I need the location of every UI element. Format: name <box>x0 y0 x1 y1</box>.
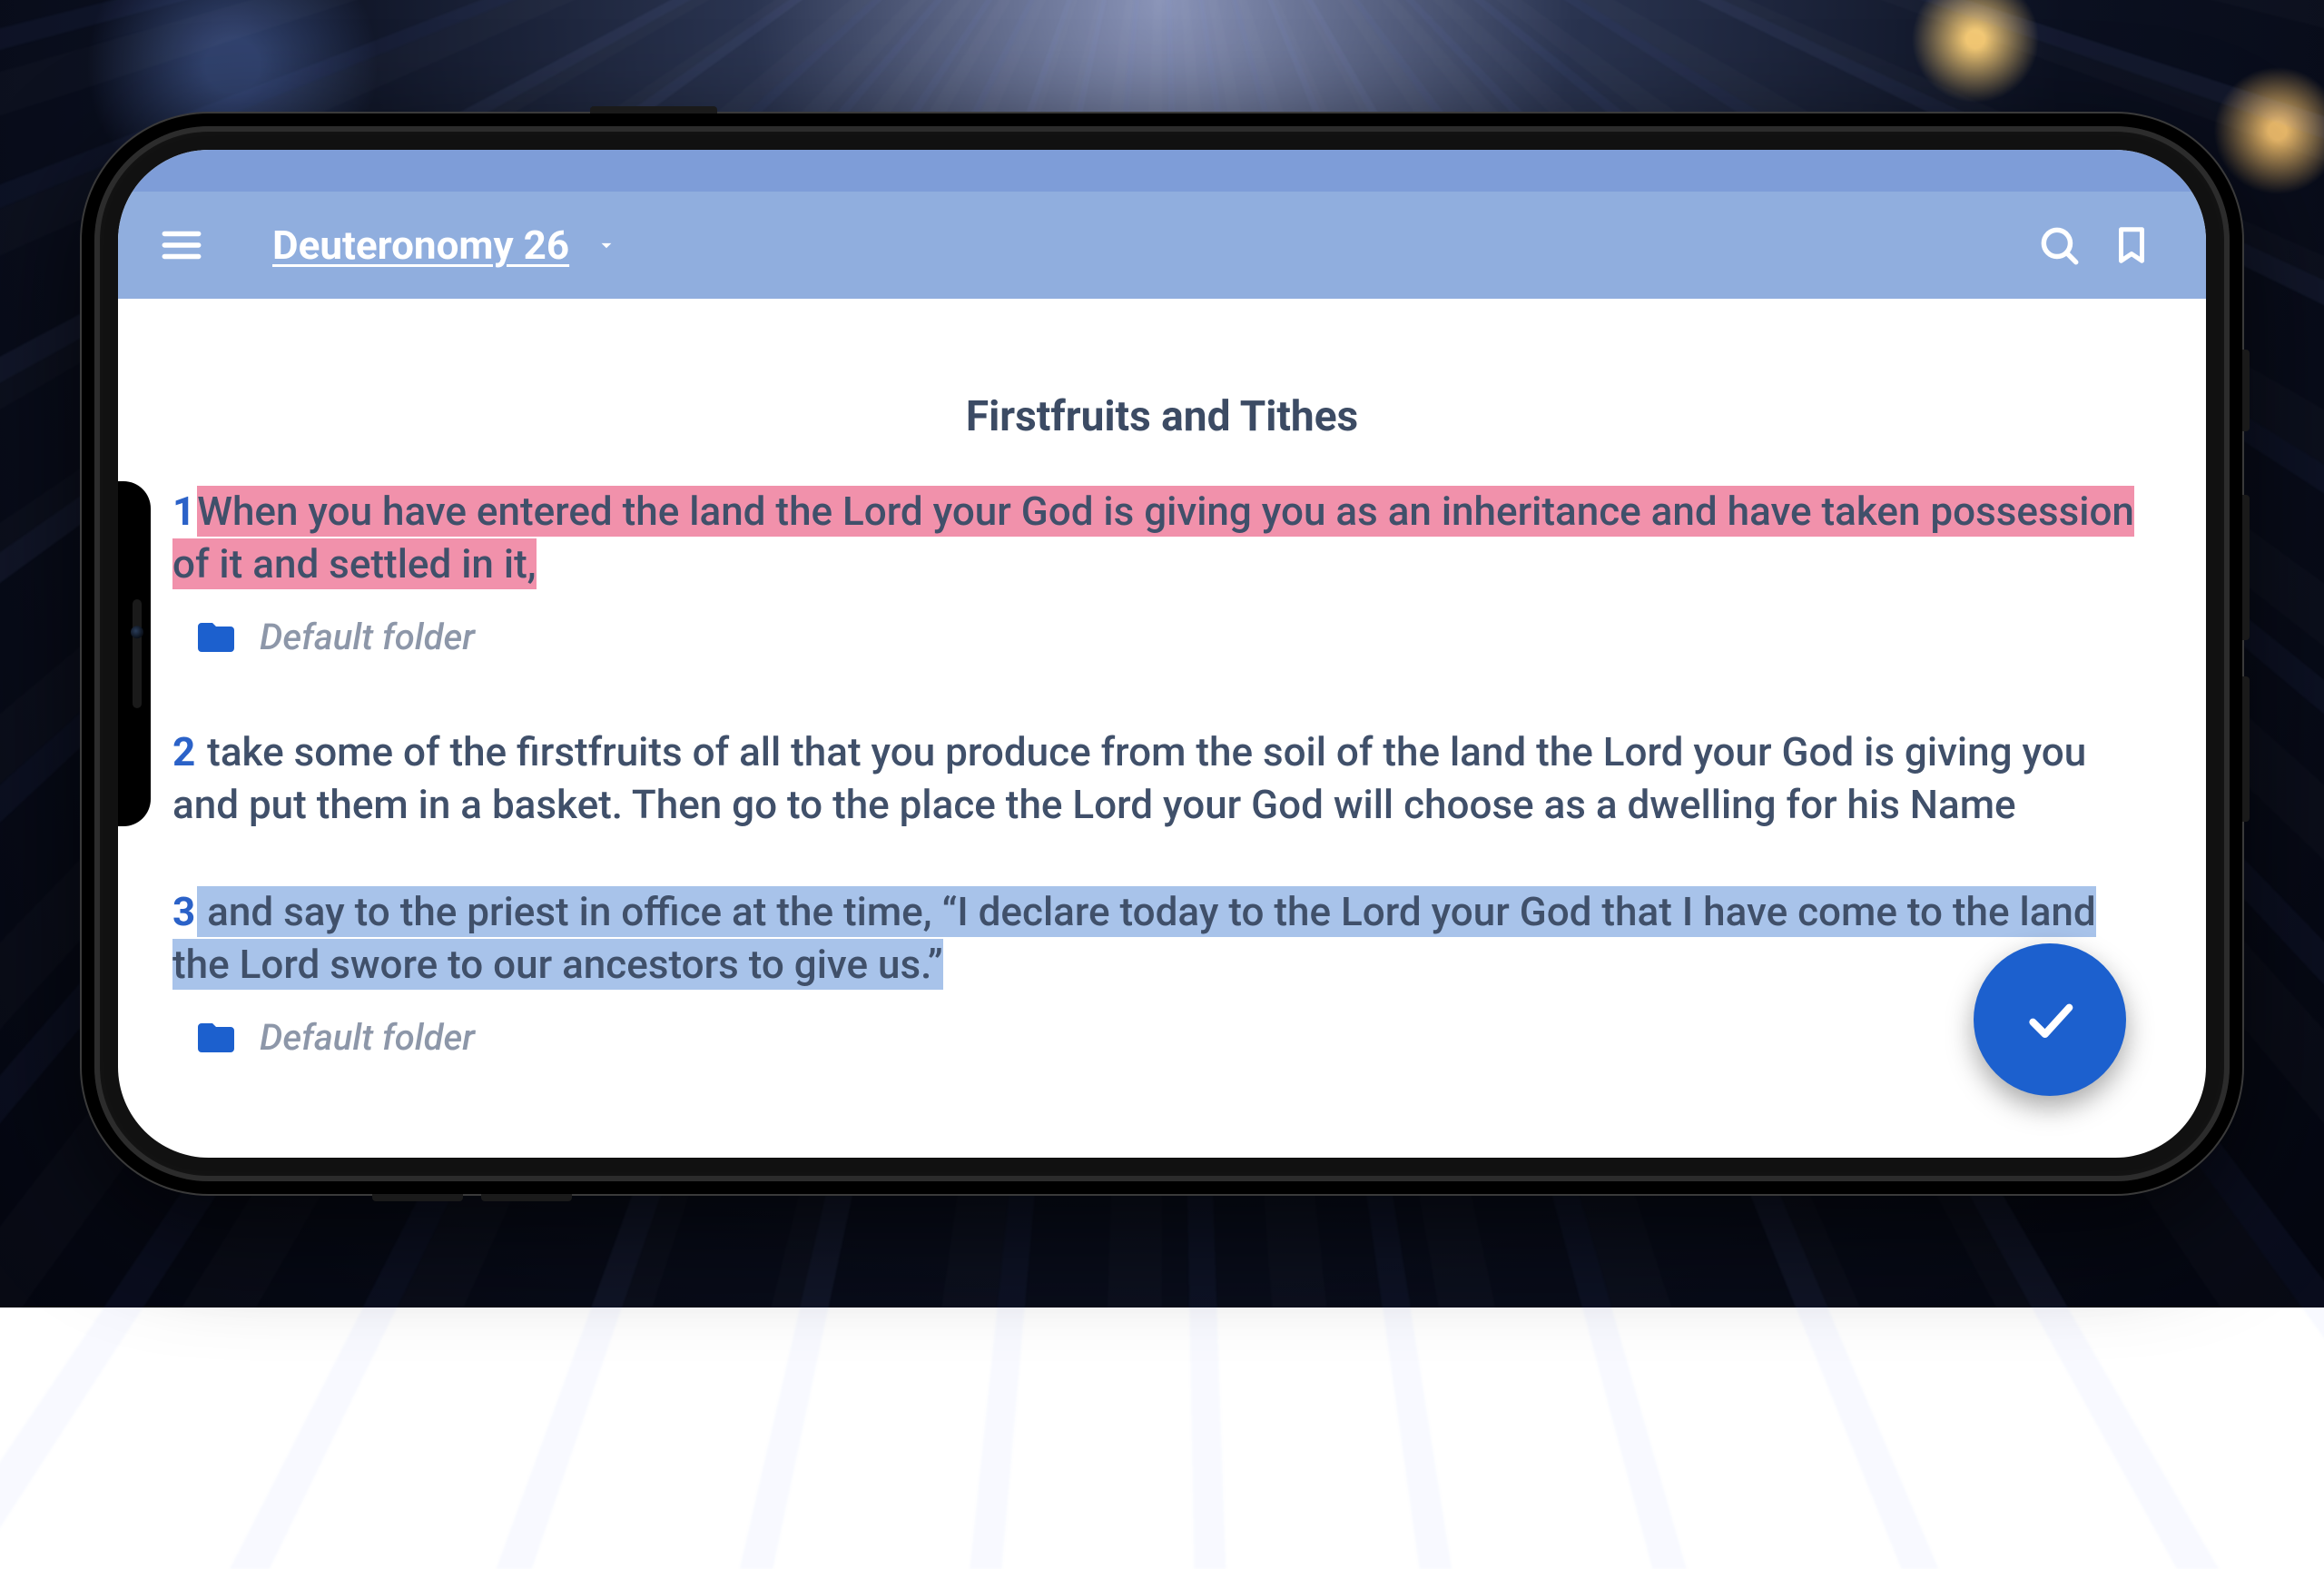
phone-mockup-frame: Deuteronomy 26 Firstfruits and Tithes 1W… <box>82 113 2242 1194</box>
folder-icon <box>194 1016 238 1060</box>
bookmark-button[interactable] <box>2095 209 2168 281</box>
search-icon <box>2036 222 2082 268</box>
confirm-fab[interactable] <box>1974 943 2126 1096</box>
verse-number: 3 <box>172 888 195 935</box>
check-icon <box>2021 991 2079 1049</box>
verse-text: take some of the firstfruits of all that… <box>172 728 2086 828</box>
verse-number: 1 <box>172 488 195 535</box>
chapter-title: Deuteronomy 26 <box>272 222 569 269</box>
scripture-content[interactable]: Firstfruits and Tithes 1When you have en… <box>118 299 2206 1158</box>
phone-side-button <box>2242 350 2250 431</box>
verse-1[interactable]: 1When you have entered the land the Lord… <box>172 485 2152 590</box>
phone-side-button <box>372 1194 463 1201</box>
phone-side-button <box>481 1194 572 1201</box>
verse-2[interactable]: 2 take some of the firstfruits of all th… <box>172 725 2152 831</box>
app-screen: Deuteronomy 26 Firstfruits and Tithes 1W… <box>118 150 2206 1158</box>
search-button[interactable] <box>2023 209 2095 281</box>
folder-label: Default folder <box>260 1014 475 1062</box>
folder-label: Default folder <box>260 614 475 662</box>
status-bar <box>118 150 2206 192</box>
folder-icon <box>194 616 238 659</box>
verse-text-highlighted: When you have entered the land the Lord … <box>172 486 2134 589</box>
hamburger-icon <box>159 222 204 268</box>
app-bar: Deuteronomy 26 <box>118 192 2206 299</box>
verse-3[interactable]: 3 and say to the priest in office at the… <box>172 885 2152 991</box>
verse-text-highlighted: and say to the priest in office at the t… <box>172 886 2096 990</box>
phone-side-button <box>2242 495 2250 640</box>
chapter-selector[interactable]: Deuteronomy 26 <box>272 222 618 269</box>
section-heading: Firstfruits and Tithes <box>172 390 2152 445</box>
bookmark-icon <box>2111 224 2152 266</box>
folder-tag-row[interactable]: Default folder <box>194 614 2152 662</box>
menu-button[interactable] <box>145 209 218 281</box>
phone-speaker <box>133 599 142 708</box>
phone-notch <box>118 481 151 826</box>
folder-tag-row[interactable]: Default folder <box>194 1014 2152 1062</box>
phone-volume-button <box>590 106 717 113</box>
verse-number: 2 <box>172 728 195 775</box>
phone-camera <box>131 626 143 638</box>
dropdown-icon <box>595 233 618 257</box>
phone-side-button <box>2242 676 2250 822</box>
